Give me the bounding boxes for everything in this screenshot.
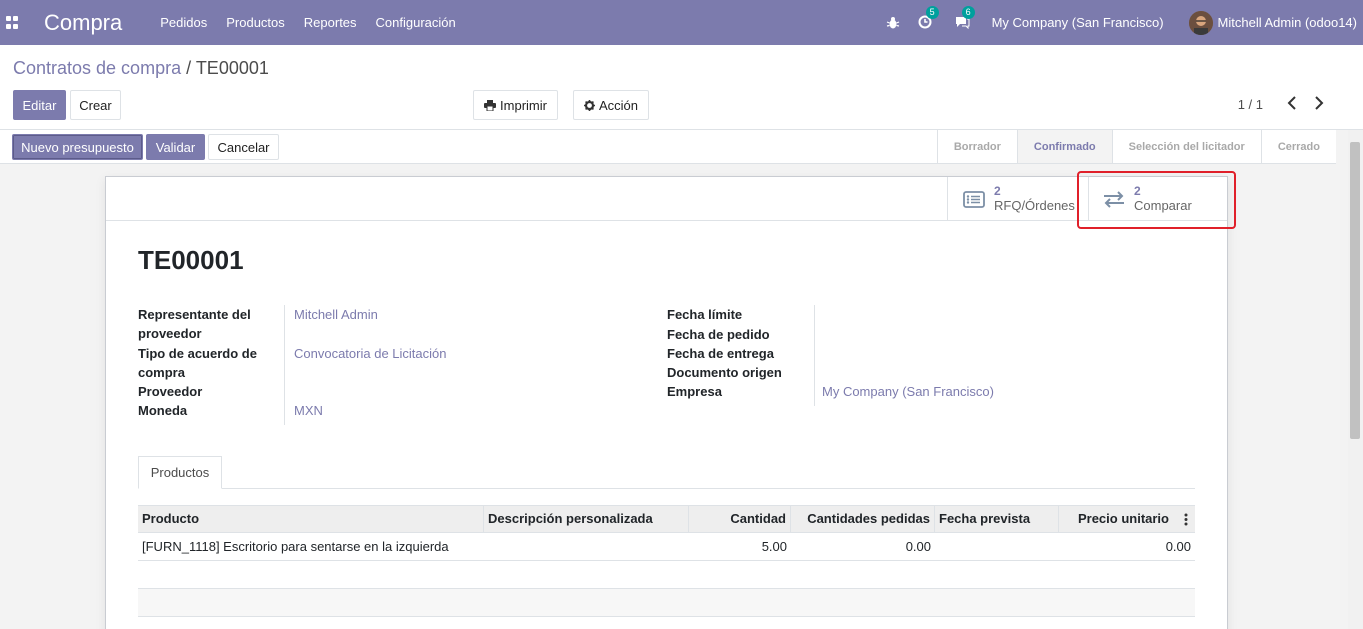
cancel-button[interactable]: Cancelar: [208, 134, 279, 160]
menu-reportes[interactable]: Reportes: [304, 15, 357, 30]
field-label-deadline: Fecha límite: [667, 307, 743, 322]
table-empty-row: [138, 589, 1195, 617]
vertical-scrollbar[interactable]: [1348, 130, 1363, 629]
control-panel: Contratos de compra / TE00001 Editar Cre…: [0, 45, 1363, 130]
activity-clock-icon[interactable]: 5: [918, 5, 939, 31]
col-cantidad[interactable]: Cantidad: [689, 506, 791, 533]
field-label-order-date: Fecha de pedido: [667, 327, 770, 342]
cell-unit-price: 0.00: [1165, 539, 1191, 554]
stage-confirmado[interactable]: Confirmado: [1017, 130, 1113, 163]
breadcrumb-parent[interactable]: Contratos de compra: [13, 58, 181, 78]
field-label-agreement-type-line1: Tipo de acuerdo de: [138, 346, 257, 361]
field-label-currency: Moneda: [138, 403, 188, 418]
stage-pipeline: Borrador Confirmado Selección del licita…: [936, 130, 1336, 163]
scrollbar-thumb[interactable]: [1350, 142, 1360, 439]
field-label-vendor-rep: Representante del proveedor: [138, 305, 251, 343]
cell-product: [FURN_1118] Escritorio para sentarse en …: [142, 539, 449, 554]
messages-chat-icon[interactable]: 6: [954, 5, 975, 31]
menu-productos[interactable]: Productos: [226, 15, 285, 30]
edit-button[interactable]: Editar: [13, 90, 66, 120]
products-table: Producto Descripción personalizada Canti…: [138, 505, 1195, 617]
rfq-orders-button[interactable]: 2 RFQ/Órdenes: [947, 177, 1088, 221]
debug-bug-icon[interactable]: [886, 16, 900, 30]
cell-quantity: 5.00: [761, 539, 787, 554]
cell-ordered-qty: 0.00: [905, 539, 931, 554]
field-label-vendor-rep-line1: Representante del: [138, 307, 251, 322]
print-label: Imprimir: [500, 97, 547, 113]
print-button[interactable]: Imprimir: [473, 90, 558, 120]
stage-borrador[interactable]: Borrador: [938, 130, 1018, 163]
action-button[interactable]: Acción: [573, 90, 649, 120]
breadcrumb-current: TE00001: [195, 58, 269, 78]
rfq-count: 2: [994, 184, 1001, 198]
col-cantidades-pedidas[interactable]: Cantidades pedidas: [791, 506, 935, 533]
menu-configuracion[interactable]: Configuración: [376, 15, 456, 30]
stage-cerrado[interactable]: Cerrado: [1262, 130, 1336, 163]
tabs-underline: [138, 488, 1195, 489]
field-label-source-doc: Documento origen: [667, 365, 782, 380]
pager-next-icon[interactable]: [1313, 94, 1325, 112]
messages-badge: 6: [961, 5, 975, 19]
field-label-vendor-rep-line2: proveedor: [138, 326, 202, 341]
company-switcher[interactable]: My Company (San Francisco): [992, 15, 1164, 30]
create-button[interactable]: Crear: [70, 90, 121, 120]
field-label-delivery-date: Fecha de entrega: [667, 346, 774, 361]
user-menu[interactable]: Mitchell Admin (odoo14): [1218, 15, 1357, 30]
rfq-label: RFQ/Órdenes: [994, 198, 1075, 213]
col-fecha-prevista[interactable]: Fecha prevista: [935, 506, 1059, 533]
field-label-agreement-type-line2: compra: [138, 365, 185, 380]
cell-scheduled-date: [935, 533, 1059, 560]
status-bar: Nuevo presupuesto Validar Cancelar Borra…: [0, 130, 1336, 164]
optional-columns-icon[interactable]: [1184, 513, 1188, 529]
right-fields-divider: [814, 305, 815, 406]
top-navbar: Compra Pedidos Productos Reportes Config…: [0, 0, 1363, 45]
breadcrumb-separator: /: [186, 58, 192, 78]
col-producto[interactable]: Producto: [138, 506, 484, 533]
table-empty-row: [138, 561, 1195, 589]
tab-productos[interactable]: Productos: [138, 456, 222, 489]
gear-icon: [583, 99, 595, 111]
cell-description: [484, 533, 689, 560]
print-icon: [484, 99, 497, 111]
pager-counter[interactable]: 1 / 1: [1238, 97, 1263, 112]
pager-previous-icon[interactable]: [1286, 94, 1298, 112]
activity-badge: 5: [925, 5, 939, 19]
breadcrumb: Contratos de compra / TE00001: [13, 58, 269, 79]
field-value-agreement-type[interactable]: Convocatoria de Licitación: [294, 344, 446, 363]
form-sheet: 2 RFQ/Órdenes 2 Comparar TE00001 Represe…: [105, 176, 1228, 629]
col-precio-unitario[interactable]: Precio unitario: [1059, 506, 1173, 533]
field-value-vendor-rep[interactable]: Mitchell Admin: [294, 305, 378, 324]
table-header: Producto Descripción personalizada Canti…: [138, 505, 1195, 533]
user-avatar[interactable]: [1188, 10, 1213, 35]
field-label-vendor: Proveedor: [138, 384, 203, 399]
left-fields-divider: [284, 305, 285, 425]
field-value-currency[interactable]: MXN: [294, 401, 323, 420]
field-label-company: Empresa: [667, 384, 722, 399]
record-title: TE00001: [138, 245, 244, 275]
apps-menu-icon[interactable]: [6, 16, 20, 30]
table-row[interactable]: [FURN_1118] Escritorio para sentarse en …: [138, 533, 1195, 561]
field-value-company[interactable]: My Company (San Francisco): [822, 382, 994, 401]
app-name[interactable]: Compra: [44, 10, 122, 36]
validate-button[interactable]: Validar: [146, 134, 205, 160]
col-descripcion[interactable]: Descripción personalizada: [484, 506, 689, 533]
list-icon: [963, 190, 985, 208]
menu-pedidos[interactable]: Pedidos: [160, 15, 207, 30]
new-quotation-button[interactable]: Nuevo presupuesto: [12, 134, 143, 160]
stage-seleccion-licitador[interactable]: Selección del licitador: [1113, 130, 1262, 163]
field-label-agreement-type: Tipo de acuerdo de compra: [138, 344, 257, 382]
smart-button-box: 2 RFQ/Órdenes 2 Comparar: [106, 177, 1227, 221]
compare-highlight-box: [1077, 171, 1236, 229]
action-label: Acción: [598, 97, 639, 113]
